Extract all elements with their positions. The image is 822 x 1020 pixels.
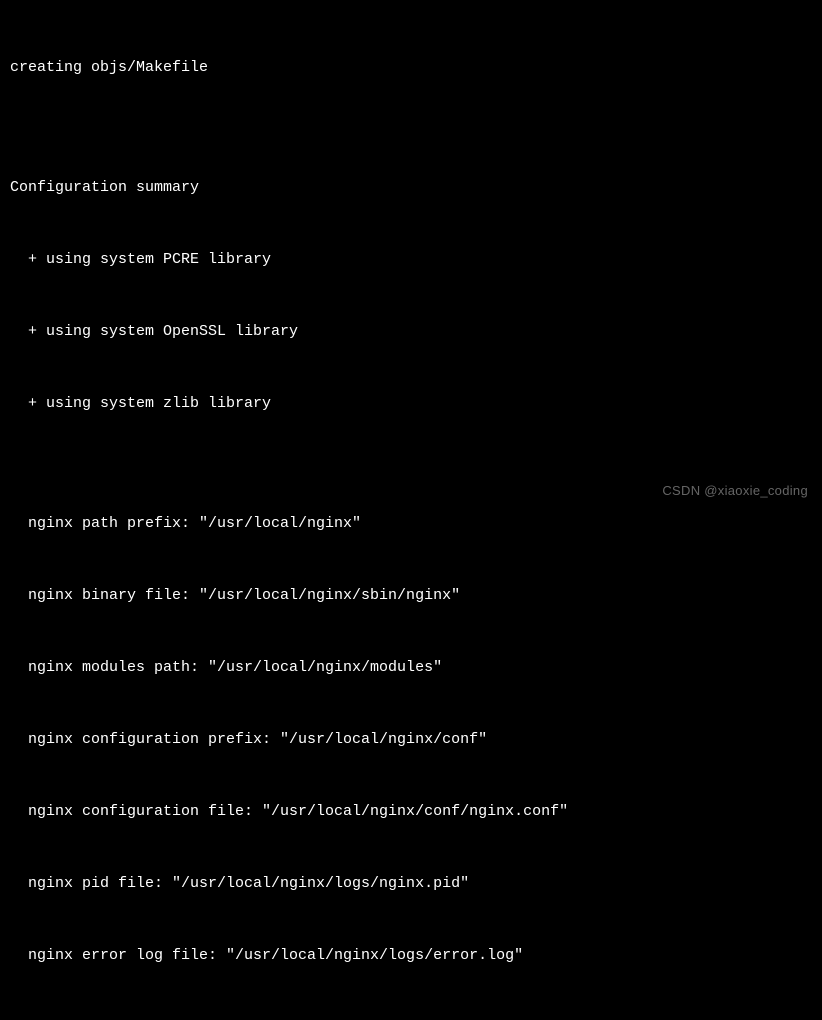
output-lib-openssl: + using system OpenSSL library (10, 320, 812, 344)
output-lib-pcre: + using system PCRE library (10, 248, 812, 272)
watermark: CSDN @xiaoxie_coding (662, 481, 808, 502)
output-error-log: nginx error log file: "/usr/local/nginx/… (10, 944, 812, 968)
output-line-creating: creating objs/Makefile (10, 56, 812, 80)
terminal-output: creating objs/Makefile Configuration sum… (10, 8, 812, 1020)
output-modules-path: nginx modules path: "/usr/local/nginx/mo… (10, 656, 812, 680)
output-binary-file: nginx binary file: "/usr/local/nginx/sbi… (10, 584, 812, 608)
output-pid-file: nginx pid file: "/usr/local/nginx/logs/n… (10, 872, 812, 896)
output-access-log: nginx http access log file: "/usr/local/… (10, 1016, 812, 1020)
output-lib-zlib: + using system zlib library (10, 392, 812, 416)
output-conf-prefix: nginx configuration prefix: "/usr/local/… (10, 728, 812, 752)
output-summary-header: Configuration summary (10, 176, 812, 200)
output-conf-file: nginx configuration file: "/usr/local/ng… (10, 800, 812, 824)
output-path-prefix: nginx path prefix: "/usr/local/nginx" (10, 512, 812, 536)
